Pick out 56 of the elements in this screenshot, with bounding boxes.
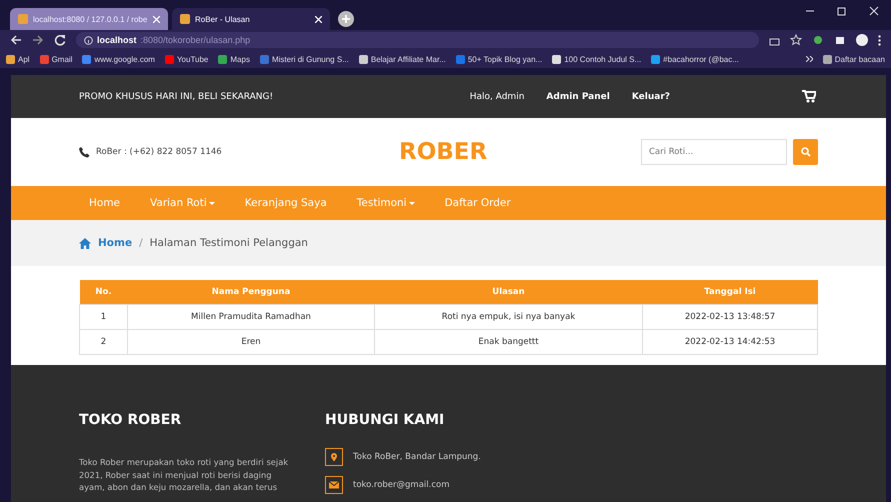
bookmark[interactable]: Apl (6, 54, 30, 64)
phone-text: RoBer : (+62) 822 8057 1146 (96, 147, 222, 157)
table-cell: Millen Pramudita Ramadhan (128, 304, 374, 330)
contact-text: Toko RoBer, Bandar Lampung. (353, 452, 481, 462)
home-icon (79, 238, 91, 248)
search-icon (800, 147, 810, 157)
table-cell: 1 (80, 304, 128, 330)
top-link[interactable]: Admin Panel (546, 92, 610, 102)
browser-tab[interactable]: RoBer - Ulasan (172, 8, 330, 30)
bookmark[interactable]: #bacahorror (@bac... (651, 54, 739, 64)
reading-list[interactable]: Daftar bacaan (822, 54, 885, 64)
close-icon[interactable] (869, 6, 879, 16)
profile-avatar[interactable] (856, 34, 868, 46)
address-bar[interactable]: localhost :8080/tokorober/ulasan.php (76, 32, 759, 48)
table-cell: Eren (128, 330, 374, 354)
back-arrow-icon[interactable] (10, 34, 22, 46)
bookmark[interactable]: www.google.com (82, 54, 155, 64)
more-bookmarks-icon[interactable] (806, 56, 813, 62)
bookmark[interactable]: Gmail (40, 54, 72, 64)
cart-icon[interactable] (802, 90, 816, 103)
promo-text: PROMO KHUSUS HARI INI, BELI SEKARANG! (79, 92, 274, 102)
table-cell: 2022-02-13 14:42:53 (642, 330, 818, 354)
top-link[interactable]: Keluar? (632, 92, 670, 102)
bookmark[interactable]: 50+ Topik Blog yan... (456, 54, 542, 64)
about-paragraph: Toko Rober merupakan toko roti yang berdiri sejak 2021, Rober saat ini menjual roti berisi daging ayam, abon dan keju mozarella, dan akan terus (79, 456, 290, 494)
menu-icon[interactable] (878, 34, 881, 46)
phone-icon (79, 146, 90, 158)
reload-icon[interactable] (54, 34, 66, 46)
footer-heading: HUBUNGI KAMI (325, 412, 446, 428)
envelope-icon (325, 476, 343, 494)
greeting-text: Halo, Admin (470, 92, 524, 102)
star-icon[interactable] (790, 34, 802, 46)
column-header: No. (80, 280, 128, 304)
forward-arrow-icon[interactable] (32, 34, 44, 46)
bookmark[interactable]: YouTube (164, 54, 208, 64)
table-cell: Enak bangettt (374, 330, 642, 354)
breadcrumb-separator: / (139, 237, 143, 249)
bookmark[interactable]: Misteri di Gunung S... (260, 54, 349, 64)
info-icon[interactable] (84, 36, 93, 44)
contact-text: toko.rober@gmail.com (353, 480, 450, 490)
bookmark[interactable]: Maps (218, 54, 250, 64)
footer-heading: TOKO ROBER (79, 412, 182, 428)
table-cell: 2 (80, 330, 128, 354)
column-header: Tanggal Isi (642, 280, 818, 304)
column-header: Nama Pengguna (128, 280, 374, 304)
bookmark[interactable]: Belajar Affiliate Mar... (358, 54, 446, 64)
breadcrumb-current: Halaman Testimoni Pelanggan (150, 237, 308, 249)
table-cell: Roti nya empuk, isi nya banyak (374, 304, 642, 330)
search-field[interactable]: Cari Roti... (641, 139, 787, 165)
table-cell: 2022-02-13 13:48:57 (642, 304, 818, 330)
new-tab-button[interactable] (338, 11, 354, 27)
breadcrumb-link[interactable]: Home (98, 237, 132, 249)
location-pin-icon (325, 448, 343, 466)
column-header: Ulasan (374, 280, 642, 304)
restore-icon[interactable] (837, 6, 847, 16)
bookmark[interactable]: 100 Contoh Judul S... (552, 54, 642, 64)
